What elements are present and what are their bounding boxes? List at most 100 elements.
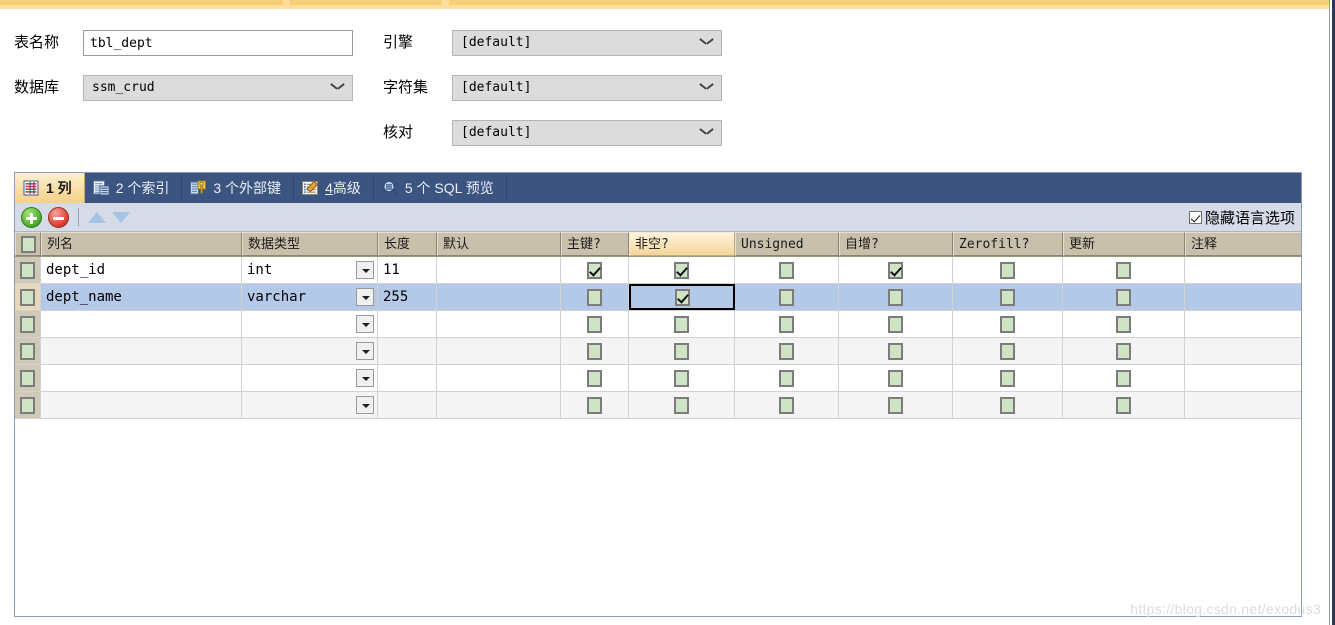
checkbox-wrap[interactable] [1063,365,1184,391]
cell-pk[interactable] [561,311,629,337]
cell-sel[interactable] [15,365,41,391]
cell-type[interactable] [242,365,378,391]
cell-default[interactable] [437,338,561,364]
cell-pk[interactable] [561,257,629,283]
cell-length[interactable] [378,365,437,391]
checkbox-wrap[interactable] [1063,392,1184,418]
grid-header-comment[interactable]: 注释 [1185,232,1301,256]
collation-select[interactable]: [default] [452,120,722,146]
database-select[interactable]: ssm_crud [83,75,353,101]
cell-zerofill[interactable] [953,284,1063,310]
cell-comment[interactable] [1185,284,1301,310]
checkbox-wrap[interactable] [1063,284,1184,310]
datatype-dropdown-button[interactable] [356,396,374,414]
cell-update[interactable] [1063,365,1185,391]
cell-sel[interactable] [15,257,41,283]
cell-pk[interactable] [561,392,629,418]
checkbox-wrap[interactable] [839,392,952,418]
row-select-checkbox-icon[interactable] [20,288,35,306]
move-up-button[interactable] [88,211,106,223]
grid-header-length[interactable]: 长度 [378,232,437,256]
datatype-dropdown-button[interactable] [356,342,374,360]
grid-header-pk[interactable]: 主键? [561,232,629,256]
grid-header-name[interactable]: 列名 [41,232,242,256]
cell-length[interactable] [378,338,437,364]
checkbox-wrap[interactable] [561,365,628,391]
cell-update[interactable] [1063,311,1185,337]
grid-header-default[interactable]: 默认 [437,232,561,256]
select-all-cell[interactable] [16,233,40,255]
engine-select[interactable]: [default] [452,30,722,56]
cell-sel[interactable] [15,338,41,364]
grid-header-unsigned[interactable]: Unsigned [735,232,839,256]
cell-type[interactable] [242,338,378,364]
cell-name[interactable]: dept_name [41,284,242,310]
cell-sel[interactable] [15,392,41,418]
charset-select[interactable]: [default] [452,75,722,101]
checkbox-wrap[interactable] [735,257,838,283]
cell-autoinc[interactable] [839,257,953,283]
cell-pk[interactable] [561,365,629,391]
cell-pk[interactable] [561,284,629,310]
grid-header-notnull[interactable]: 非空? [629,232,735,256]
cell-unsigned[interactable] [735,311,839,337]
cell-type[interactable]: varchar [242,284,378,310]
cell-type[interactable]: int [242,257,378,283]
cell-name[interactable] [41,338,242,364]
cell-notnull[interactable] [629,392,735,418]
checkbox-wrap[interactable] [953,392,1062,418]
cell-notnull[interactable] [629,365,735,391]
checkbox-wrap[interactable] [561,338,628,364]
cell-default[interactable] [437,365,561,391]
cell-length[interactable]: 11 [378,257,437,283]
checkbox-wrap[interactable] [839,311,952,337]
grid-header-zerofill[interactable]: Zerofill? [953,232,1063,256]
cell-comment[interactable] [1185,311,1301,337]
checkbox-wrap[interactable] [1063,338,1184,364]
table-row[interactable]: dept_id int 11 [15,257,1301,284]
checkbox-wrap[interactable] [735,392,838,418]
checkbox-wrap[interactable] [561,284,628,310]
cell-sel[interactable] [15,311,41,337]
cell-default[interactable] [437,284,561,310]
cell-update[interactable] [1063,257,1185,283]
checkbox-wrap[interactable] [561,257,628,283]
cell-name[interactable] [41,365,242,391]
cell-zerofill[interactable] [953,257,1063,283]
cell-unsigned[interactable] [735,365,839,391]
checkbox-wrap[interactable] [953,311,1062,337]
checkbox-wrap[interactable] [839,338,952,364]
cell-default[interactable] [437,257,561,283]
cell-default[interactable] [437,392,561,418]
cell-comment[interactable] [1185,338,1301,364]
cell-autoinc[interactable] [839,392,953,418]
table-row[interactable] [15,392,1301,419]
cell-unsigned[interactable] [735,338,839,364]
table-name-input[interactable] [83,30,353,56]
checkbox-wrap[interactable] [735,338,838,364]
cell-update[interactable] [1063,392,1185,418]
datatype-dropdown-button[interactable] [356,315,374,333]
cell-update[interactable] [1063,338,1185,364]
cell-name[interactable]: dept_id [41,257,242,283]
tab-5[interactable]: 5 个 SQL 预览 [374,173,507,203]
row-select-checkbox-icon[interactable] [20,396,35,414]
grid-header-autoinc[interactable]: 自增? [839,232,953,256]
add-row-button[interactable] [21,206,42,228]
checkbox-wrap[interactable] [629,365,734,391]
cell-autoinc[interactable] [839,284,953,310]
checkbox-wrap[interactable] [1063,257,1184,283]
datatype-dropdown-button[interactable] [356,261,374,279]
cell-update[interactable] [1063,284,1185,310]
cell-notnull[interactable] [629,338,735,364]
tab-3[interactable]: 3 个外部键 [182,173,295,203]
checkbox-wrap[interactable] [839,365,952,391]
cell-autoinc[interactable] [839,365,953,391]
row-select-checkbox-icon[interactable] [20,369,35,387]
cell-pk[interactable] [561,338,629,364]
checkbox-wrap[interactable] [1063,311,1184,337]
cell-zerofill[interactable] [953,392,1063,418]
cell-autoinc[interactable] [839,338,953,364]
checkbox-wrap[interactable] [561,311,628,337]
row-select-checkbox-icon[interactable] [20,261,35,279]
